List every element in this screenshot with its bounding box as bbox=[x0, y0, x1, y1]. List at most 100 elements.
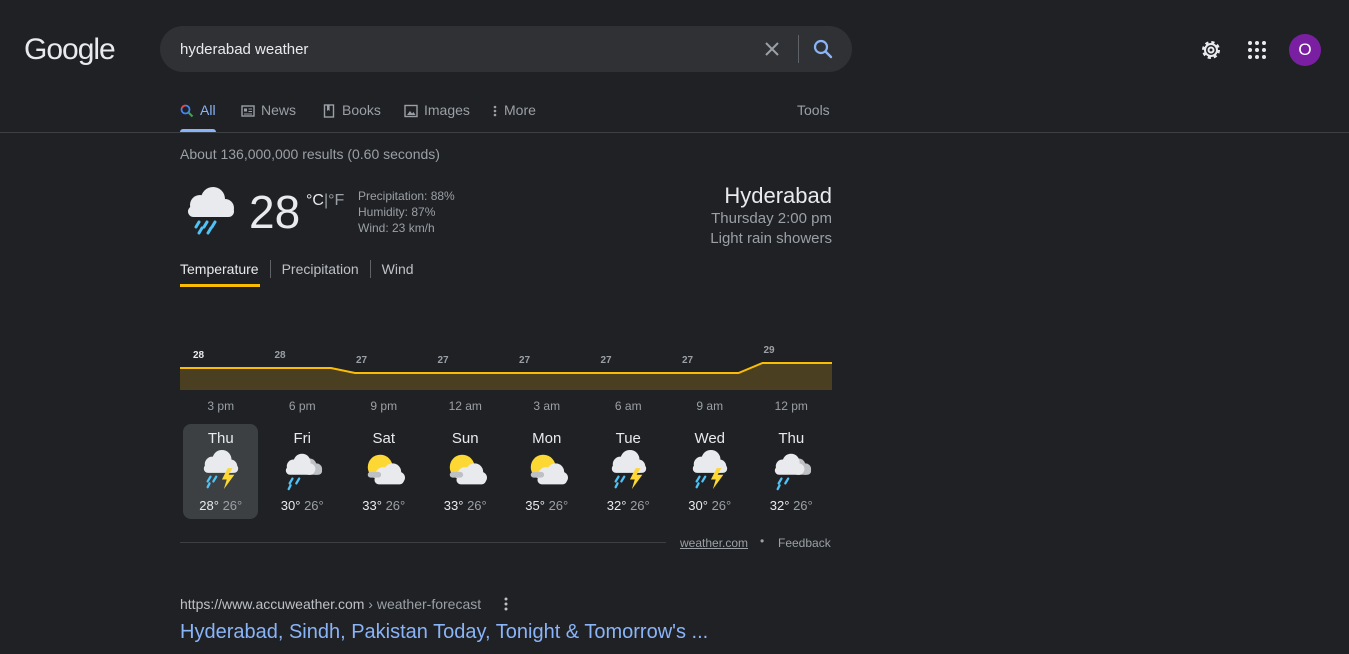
result-url-breadcrumb: › weather-forecast bbox=[364, 596, 482, 612]
day-forecast-sat[interactable]: Sat 33° 26° bbox=[346, 424, 421, 519]
day-name: Thu bbox=[207, 430, 234, 447]
partly-cloudy-icon bbox=[531, 454, 569, 485]
tab-images[interactable]: Images bbox=[404, 102, 470, 132]
search-input[interactable] bbox=[180, 26, 740, 72]
day-name: Tue bbox=[615, 430, 641, 447]
unit-toggle: °C|°F bbox=[306, 192, 344, 210]
thunder-rain-icon bbox=[693, 449, 728, 490]
weather-time: Thursday 2:00 pm bbox=[711, 210, 832, 227]
day-name: Sun bbox=[451, 430, 479, 447]
day-forecast-mon[interactable]: Mon 35° 26° bbox=[509, 424, 584, 519]
day-temps: 30° 26° bbox=[265, 498, 340, 513]
tab-more[interactable]: More bbox=[492, 102, 536, 132]
news-icon bbox=[241, 105, 255, 117]
day-high: 32° bbox=[769, 498, 790, 513]
tab-books-label: Books bbox=[342, 102, 381, 118]
day-name: Wed bbox=[694, 430, 726, 447]
day-name: Sat bbox=[372, 430, 395, 447]
day-low: 26° bbox=[711, 498, 732, 513]
chart-data-label: 27 bbox=[601, 355, 613, 366]
footer-divider bbox=[180, 542, 666, 543]
day-forecast-sun[interactable]: Sun 33° 26° bbox=[428, 424, 503, 519]
chart-hour-axis: 3 pm 6 pm 9 pm 12 am 3 am 6 am 9 am 12 pm bbox=[180, 399, 832, 415]
settings-gear-icon[interactable] bbox=[1199, 38, 1223, 62]
result-title-link[interactable]: Hyderabad, Sindh, Pakistan Today, Tonigh… bbox=[180, 621, 708, 644]
chart-data-label: 28 bbox=[275, 350, 287, 361]
day-forecast-thu[interactable]: Thu 28° 26° bbox=[183, 424, 259, 519]
thunder-rain-icon bbox=[204, 449, 239, 490]
chart-hour-label: 6 pm bbox=[288, 399, 316, 413]
temperature-chart: 28 28 27 27 27 27 27 29 bbox=[180, 345, 832, 390]
more-vert-icon bbox=[493, 105, 497, 117]
day-forecast-wed[interactable]: Wed 30° 26° bbox=[672, 424, 747, 519]
daily-forecast: Thu 28° 26° Fri 30° 26° Sat 33° 26° Sun 33° 26°… bbox=[180, 424, 832, 520]
google-logo[interactable]: Google bbox=[24, 33, 116, 67]
search-box[interactable] bbox=[160, 26, 852, 72]
chart-tab-precipitation[interactable]: Precipitation bbox=[269, 260, 370, 278]
precipitation-text: Precipitation: 88% bbox=[358, 189, 455, 203]
tools-button[interactable]: Tools bbox=[797, 102, 830, 118]
header-divider bbox=[0, 132, 1349, 133]
day-high: 33° bbox=[443, 498, 464, 513]
chart-hour-label: 6 am bbox=[614, 399, 642, 413]
wind-text: Wind: 23 km/h bbox=[358, 221, 435, 235]
day-high: 35° bbox=[525, 498, 545, 513]
day-high: 30° bbox=[688, 498, 708, 513]
tab-all[interactable]: All bbox=[180, 102, 216, 132]
day-forecast-tue[interactable]: Tue 32° 26° bbox=[591, 424, 666, 519]
day-high: 32° bbox=[606, 498, 627, 513]
day-temps: 35° 26° bbox=[509, 498, 584, 513]
tab-images-label: Images bbox=[424, 102, 470, 118]
chart-hour-label: 3 am bbox=[533, 399, 561, 413]
chart-hour-label: 12 pm bbox=[774, 399, 808, 413]
day-temps: 32° 26° bbox=[754, 498, 829, 513]
unit-fahrenheit[interactable]: °F bbox=[328, 192, 344, 209]
footer-separator: • bbox=[760, 534, 765, 548]
chart-tabs: Temperature Precipitation Wind bbox=[180, 260, 425, 278]
weather-condition: Light rain showers bbox=[710, 230, 832, 247]
rain-clouds-icon bbox=[774, 453, 811, 491]
search-divider bbox=[798, 35, 799, 63]
day-low: 26° bbox=[304, 498, 324, 513]
day-temps: 30° 26° bbox=[672, 498, 747, 513]
rain-clouds-icon bbox=[285, 453, 322, 491]
day-low: 26° bbox=[793, 498, 813, 513]
account-avatar[interactable]: O bbox=[1289, 34, 1321, 66]
rain-cloud-icon bbox=[188, 187, 234, 235]
chart-hour-label: 12 am bbox=[448, 399, 482, 413]
clear-icon[interactable] bbox=[762, 39, 782, 59]
day-forecast-fri[interactable]: Fri 30° 26° bbox=[265, 424, 340, 519]
search-icon[interactable] bbox=[812, 38, 834, 60]
tab-more-label: More bbox=[504, 102, 536, 118]
image-icon bbox=[404, 104, 418, 118]
search-multicolor-icon bbox=[180, 104, 194, 118]
result-url-domain: https://www.accuweather.com bbox=[180, 596, 365, 612]
day-temps: 33° 26° bbox=[346, 498, 421, 513]
chart-tab-temperature[interactable]: Temperature bbox=[180, 260, 270, 278]
thunder-rain-icon bbox=[611, 449, 646, 490]
day-low: 26° bbox=[222, 498, 243, 513]
day-forecast-thu[interactable]: Thu 32° 26° bbox=[754, 424, 829, 519]
apps-grid-icon[interactable] bbox=[1245, 38, 1269, 62]
source-link[interactable]: weather.com bbox=[680, 536, 748, 550]
book-icon bbox=[323, 104, 335, 118]
day-high: 33° bbox=[362, 498, 382, 513]
day-high: 28° bbox=[199, 498, 219, 513]
result-menu-icon[interactable] bbox=[500, 595, 512, 613]
current-temperature: 28 bbox=[249, 186, 301, 238]
day-temps: 32° 26° bbox=[591, 498, 666, 513]
partly-cloudy-icon bbox=[449, 454, 487, 485]
weather-location: Hyderabad bbox=[724, 183, 832, 208]
feedback-link[interactable]: Feedback bbox=[778, 536, 831, 550]
result-url[interactable]: https://www.accuweather.com › weather-fo… bbox=[180, 596, 481, 612]
unit-celsius[interactable]: °C bbox=[306, 192, 324, 209]
result-stats: About 136,000,000 results (0.60 seconds) bbox=[180, 146, 440, 162]
day-low: 26° bbox=[467, 498, 487, 513]
chart-tab-wind[interactable]: Wind bbox=[369, 260, 425, 278]
day-temps: 33° 26° bbox=[428, 498, 503, 513]
tab-news[interactable]: News bbox=[241, 102, 296, 132]
chart-data-label: 27 bbox=[519, 355, 531, 366]
chart-tab-indicator bbox=[180, 284, 260, 287]
chart-data-label: 27 bbox=[438, 355, 450, 366]
tab-books[interactable]: Books bbox=[322, 102, 381, 132]
